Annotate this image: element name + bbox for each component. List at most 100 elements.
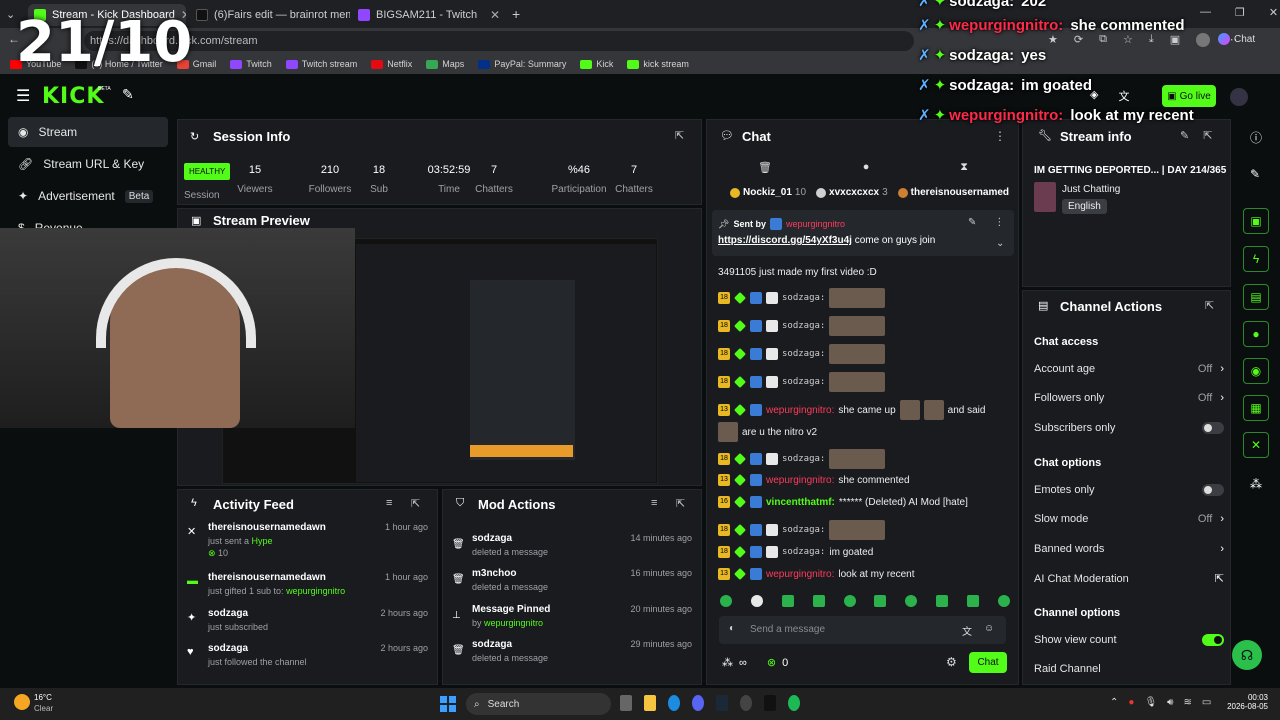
translate-icon[interactable]: 文 (1118, 88, 1129, 104)
discord-icon[interactable] (692, 695, 704, 711)
setting-row-followers-only[interactable]: Followers only Off › (1034, 392, 1224, 404)
filter-icon[interactable]: ≡ (651, 497, 657, 509)
bolt-icon[interactable]: ϟ (1243, 246, 1269, 272)
chrome-icon[interactable] (740, 695, 752, 711)
layout-icon[interactable]: ▦ (1243, 395, 1269, 421)
bookmark-5[interactable]: Netflix (371, 59, 412, 69)
emote-icon[interactable] (874, 595, 887, 607)
emote-icon[interactable] (967, 595, 979, 607)
wifi-icon[interactable]: ≋ (1183, 697, 1191, 708)
pinned-link[interactable]: https://discord.gg/54yXf3u4j (718, 235, 852, 246)
kicks-icon[interactable]: ⊗ (767, 656, 776, 669)
setting-row-ai-chat-moderation[interactable]: AI Chat Moderation ⇱ (1034, 572, 1224, 586)
chat-username[interactable]: wepurgingnitro: (766, 475, 834, 486)
emoji-icon[interactable]: ☺ (984, 623, 994, 638)
start-icon[interactable] (440, 696, 456, 712)
emote-icon[interactable] (997, 595, 1010, 607)
setting-row-banned-words[interactable]: Banned words › (1034, 543, 1224, 555)
popout-icon[interactable]: ⇱ (1205, 299, 1214, 312)
new-tab-icon[interactable]: + (512, 6, 520, 22)
hourglass-icon[interactable]: ⧗ (960, 161, 968, 174)
popout-icon[interactable]: ⇱ (411, 497, 420, 510)
gifter-2[interactable]: thereisnousernamed (897, 187, 1010, 198)
task-view-icon[interactable] (620, 695, 632, 711)
filter-icon[interactable]: ≡ (386, 497, 392, 509)
sidebar-item-stream-url-key[interactable]: 🔗︎ Stream URL & Key (8, 149, 168, 179)
toggle-switch[interactable] (1202, 422, 1224, 434)
bookmark-7[interactable]: PayPal: Summary (478, 59, 566, 69)
bookmark-6[interactable]: Maps (426, 59, 464, 69)
document-icon[interactable]: ▤ (1243, 284, 1269, 310)
collections-icon[interactable]: ▣ (1170, 33, 1180, 47)
emote-icon[interactable] (720, 595, 732, 607)
hamburger-menu-icon[interactable]: ☰ (16, 86, 30, 106)
tab-twitch[interactable]: BIGSAM211 - Twitch ✕ (352, 4, 506, 26)
setting-row-emotes-only[interactable]: Emotes only (1034, 484, 1224, 496)
bookmark-8[interactable]: Kick (580, 59, 613, 69)
popout-icon[interactable]: ⇱ (1203, 129, 1212, 142)
setting-row-account-age[interactable]: Account age Off › (1034, 363, 1224, 375)
emote-icon[interactable] (781, 595, 794, 607)
download-icon[interactable]: ⤓ (1149, 33, 1154, 47)
maximize-icon[interactable]: ❐ (1235, 6, 1245, 19)
minimize-icon[interactable]: — (1200, 6, 1211, 19)
screen-icon[interactable]: ▣ (1243, 208, 1269, 234)
kick-logo[interactable]: KICK (42, 84, 104, 109)
message-icon[interactable]: ● (863, 161, 870, 174)
user-avatar[interactable] (1230, 88, 1248, 106)
chat-menu-icon[interactable]: ⋮ (994, 129, 1006, 143)
bookmark-4[interactable]: Twitch stream (285, 59, 357, 69)
sidebar-item-advertisement[interactable]: ✦ Advertisement Beta (8, 181, 168, 211)
gifter-1[interactable]: xvxcxcxcx 3 (816, 187, 888, 198)
emote-icon[interactable] (812, 595, 825, 607)
mic-icon[interactable]: 🎙︎ (1144, 697, 1157, 708)
close-window-icon[interactable]: ✕ (1269, 6, 1278, 19)
spotify-icon[interactable] (788, 695, 800, 711)
taskbar-search[interactable]: ⌕ Search (466, 693, 611, 715)
setting-row-slow-mode[interactable]: Slow mode Off › (1034, 513, 1224, 525)
chat-username[interactable]: sodzaga: (782, 454, 825, 464)
extension-icon[interactable]: ⟳ (1074, 33, 1083, 47)
clock[interactable]: 00:03 2026-08-05 (1224, 693, 1268, 711)
gifter-0[interactable]: Nockiz_01 10 (730, 187, 806, 198)
shapes-icon[interactable]: ⁂ (1250, 477, 1262, 491)
steam-icon[interactable] (716, 695, 728, 711)
chat-username[interactable]: sodzaga: (782, 377, 825, 387)
chat-username[interactable]: sodzaga: (782, 547, 825, 557)
puzzle-icon[interactable]: ⧉ (1099, 33, 1107, 47)
trash-icon[interactable]: 🗑︎ (758, 161, 772, 174)
favorites-icon[interactable]: ☆ (1123, 33, 1133, 47)
emote-icon[interactable] (843, 595, 856, 607)
profile-avatar[interactable] (1196, 33, 1211, 47)
setting-row-raid-channel[interactable]: Raid Channel (1034, 663, 1224, 675)
chat-username[interactable]: sodzaga: (782, 525, 825, 535)
popout-icon[interactable]: ⇱ (676, 497, 685, 510)
chat-username[interactable]: wepurgingnitro: (766, 569, 834, 580)
pin-icon[interactable]: ✎ (122, 86, 134, 103)
security-icon[interactable]: ● (1128, 697, 1134, 708)
terminal-icon[interactable] (764, 695, 776, 711)
more-icon[interactable]: ⋮ (994, 217, 1004, 228)
file-explorer-icon[interactable] (644, 695, 656, 711)
chat-rail-icon[interactable]: ● (1243, 321, 1269, 347)
users-icon[interactable]: ⁂ (722, 656, 733, 669)
chat-settings-icon[interactable]: ⚙ (946, 655, 957, 669)
setting-row-subscribers-only[interactable]: Subscribers only (1034, 422, 1224, 434)
emote-icon[interactable] (905, 595, 918, 607)
popout-icon[interactable]: ⇱ (675, 129, 684, 142)
battery-icon[interactable]: ▭ (1202, 697, 1211, 708)
info-icon[interactable]: ⓘ (1250, 129, 1262, 146)
star-icon[interactable]: ★ (1048, 33, 1058, 47)
edit-icon[interactable]: ✎ (1180, 129, 1189, 142)
tab-tiktok[interactable]: (6)Fairs edit — brainrot meme edi ✕ (190, 4, 350, 26)
go-live-button[interactable]: ▣ Go live (1162, 85, 1216, 107)
chat-username[interactable]: sodzaga: (782, 293, 825, 303)
tab-list-chevron[interactable]: ⌄ (6, 8, 15, 21)
chat-username[interactable]: vincentthatmf: (766, 497, 835, 508)
toggle-switch[interactable] (1202, 484, 1224, 496)
volume-icon[interactable]: 🔊︎ (1167, 697, 1173, 708)
tray-chevron-icon[interactable]: ⌃ (1110, 697, 1118, 708)
emote-icon[interactable] (936, 595, 949, 607)
sidebar-item-stream[interactable]: ◉ Stream (8, 117, 168, 147)
chat-username[interactable]: wepurgingnitro: (766, 405, 834, 416)
